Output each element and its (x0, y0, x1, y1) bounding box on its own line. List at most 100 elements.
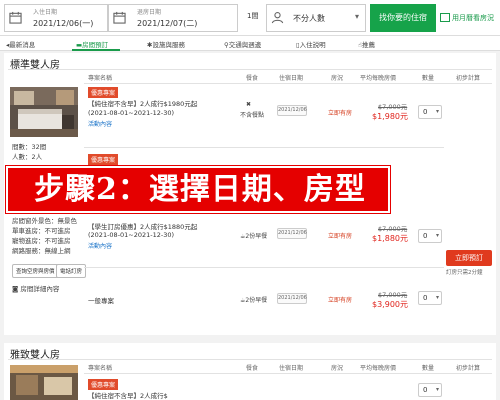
chevron-down-icon: ▾ (435, 232, 439, 239)
checkin-field[interactable]: 入住日期 2021/12/06(一) (4, 4, 108, 32)
tab-room-booking-label: 房間預訂 (82, 41, 109, 49)
checkin-label: 入住日期 (33, 9, 58, 16)
guests-select[interactable]: 不分人數 ▾ (266, 4, 366, 32)
tab-news[interactable]: ◂最新消息 (6, 39, 35, 49)
section-tabs: ◂最新消息 ▬房間預訂 ✱設施與服務 ⚲交通與週邊 ▯入住説明 ☝推薦 (0, 36, 500, 51)
checkout-field[interactable]: 退房日期 2021/12/07(二) (108, 4, 238, 32)
room-details-label: 房間詳細內容 (20, 285, 60, 293)
step-banner: 步驟2：選擇日期、房型 (6, 166, 390, 213)
room-photo[interactable] (10, 87, 78, 137)
calendar-icon (9, 11, 22, 24)
divider (8, 359, 492, 360)
plan-details-link[interactable]: 活動內容 (88, 241, 112, 250)
tab-news-label: 最新消息 (9, 41, 36, 49)
tab-facilities[interactable]: ✱設施與服務 (147, 39, 185, 49)
divider (84, 147, 444, 148)
plan-period: (2021-08-01~2021-12-30) (88, 231, 175, 239)
plan-name[interactable]: 【純住宿不含早】2人成行$ (88, 390, 168, 400)
col-qty: 數量 (422, 75, 435, 82)
plan-date[interactable]: 2021/12/06 (277, 293, 307, 304)
quantity-select[interactable]: 0 ▾ (418, 383, 442, 397)
step-banner-text: 步驟2：選擇日期、房型 (34, 172, 366, 207)
spec-pet: 寵物進房：不可進房 (12, 237, 71, 245)
plan-date[interactable]: 2021/12/06 (277, 228, 307, 239)
plan-meal-label: 2份早餐 (245, 297, 268, 304)
plan-name[interactable]: 【純住宿不含早】2人成行$1980元起 (88, 98, 197, 108)
book-now-button[interactable]: 立即預訂 (446, 250, 492, 266)
plan-status: 立即有房 (328, 233, 353, 240)
checkout-value: 2021/12/07(二) (137, 19, 198, 28)
discount-price: $1,880元 (372, 234, 408, 243)
quantity-select[interactable]: 0 ▾ (418, 105, 442, 119)
col-meal: 餐食 (246, 75, 259, 82)
plan-details-link[interactable]: 活動內容 (88, 119, 112, 128)
tab-recommend[interactable]: ☝推薦 (358, 39, 375, 49)
plan-status: 立即有房 (328, 110, 353, 117)
spec-internet: 網路服務：無線上網 (12, 247, 71, 255)
promo-badge: 優惠專案 (88, 379, 119, 390)
quantity-value: 0 (423, 108, 428, 116)
col-status: 房況 (331, 365, 344, 372)
divider (8, 69, 492, 70)
col-total: 初步計算 (456, 75, 481, 82)
discount-price: $3,900元 (372, 300, 408, 309)
col-qty: 數量 (422, 365, 435, 372)
checkin-value: 2021/12/06(一) (33, 19, 94, 28)
quantity-value: 0 (423, 386, 428, 394)
col-date: 住宿日期 (279, 75, 304, 82)
spec-rooms: 間數：32間 (12, 143, 47, 151)
check-availability-button[interactable]: 查詢空房與房價 (12, 264, 59, 278)
col-avg-price: 平均每晚房價 (360, 365, 397, 372)
book-note: 訂房只需2分鐘 (446, 270, 483, 276)
plan-date[interactable]: 2021/12/06 (277, 105, 307, 116)
promo-badge: 優惠專案 (88, 154, 119, 165)
chevron-down-icon: ▾ (435, 108, 439, 115)
col-avg-price: 平均每晚房價 (360, 75, 397, 82)
tab-checkin-info-label: 入住説明 (299, 41, 326, 49)
col-total: 初步計算 (456, 365, 481, 372)
quantity-select[interactable]: 0 ▾ (418, 229, 442, 243)
quantity-value: 0 (423, 294, 428, 302)
active-tab-indicator (72, 49, 120, 51)
col-plan: 專案名稱 (88, 75, 113, 82)
plan-name[interactable]: 一般專案 (88, 295, 114, 305)
rooms-count[interactable]: 1間 (247, 11, 258, 21)
find-lodging-button[interactable]: 找你要的住宿 (370, 4, 436, 32)
room-photo[interactable] (10, 365, 78, 400)
guests-value: 不分人數 (293, 14, 325, 23)
col-date: 住宿日期 (279, 365, 304, 372)
divider (84, 373, 492, 374)
phone-booking-button[interactable]: 電話訂房 (56, 264, 87, 278)
person-icon (271, 12, 284, 24)
plan-status: 立即有房 (328, 297, 353, 304)
tab-facilities-label: 設施與服務 (152, 41, 185, 49)
plan-name[interactable]: 【學生訂房優惠】2人成行$1880元起 (88, 221, 197, 231)
plan-meal: ☕2份早餐 (240, 231, 267, 240)
plan-meal: ☕2份早餐 (240, 295, 267, 304)
search-bar: 入住日期 2021/12/06(一) 退房日期 2021/12/07(二) 1間… (0, 0, 500, 36)
discount-price: $1,980元 (372, 112, 408, 121)
tab-room-booking[interactable]: ▬房間預訂 (76, 39, 108, 49)
tab-checkin-info[interactable]: ▯入住説明 (296, 39, 326, 49)
no-meal-icon: ✖ (246, 101, 252, 108)
vacancy-calendar-link[interactable]: 用月曆看房況 (440, 4, 498, 32)
calendar-icon (113, 11, 126, 24)
chevron-down-icon: ▾ (435, 386, 439, 393)
quantity-select[interactable]: 0 ▾ (418, 291, 442, 305)
col-status: 房況 (331, 75, 344, 82)
chevron-down-icon: ▾ (435, 294, 439, 301)
divider (84, 267, 444, 268)
spec-view: 房間窗外景色：無景色 (12, 217, 77, 225)
tab-recommend-label: 推薦 (361, 41, 375, 49)
col-plan: 專案名稱 (88, 365, 113, 372)
tab-transport[interactable]: ⚲交通與週邊 (224, 39, 261, 49)
room-details-link[interactable]: ◙ 房間詳細內容 (12, 283, 59, 293)
spec-guests: 人數：2人 (12, 153, 43, 161)
booking-page: 入住日期 2021/12/06(一) 退房日期 2021/12/07(二) 1間… (0, 0, 500, 400)
calendar-icon (440, 12, 450, 22)
spec-bike: 單車進房：不可進房 (12, 227, 71, 235)
quantity-value: 0 (423, 232, 428, 240)
col-meal: 餐食 (246, 365, 259, 372)
plan-meal-label: 2份早餐 (245, 233, 268, 240)
vacancy-calendar-label: 用月曆看房況 (452, 14, 494, 22)
